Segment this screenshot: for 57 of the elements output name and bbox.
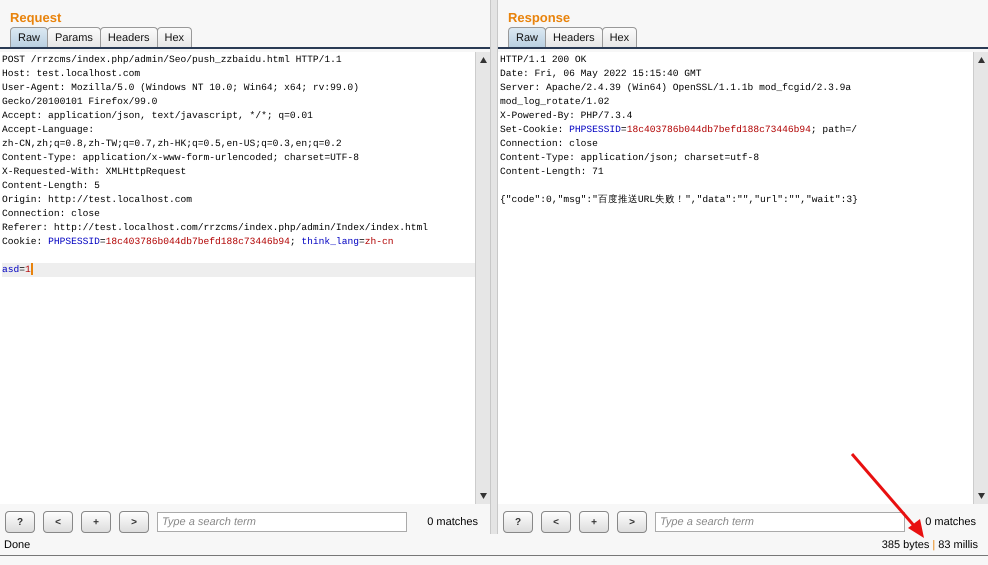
status-text: Done xyxy=(4,538,30,550)
search-nav-button[interactable]: < xyxy=(43,511,73,533)
scroll-up-icon[interactable] xyxy=(478,56,488,64)
tab[interactable]: Hex xyxy=(156,27,192,47)
pane-title: Request xyxy=(9,9,62,26)
scroll-down-icon[interactable] xyxy=(976,492,986,500)
code-line: HTTP/1.1 200 OK xyxy=(500,54,586,65)
scrollbar[interactable] xyxy=(475,52,490,504)
code-line: asd=1 xyxy=(2,264,31,275)
code-line: Accept-Language: xyxy=(2,124,94,135)
code-line: Connection: close xyxy=(2,208,100,219)
code-line: {"code":0,"msg":"百度推送URL失败！","data":"","url":"","wait":3} xyxy=(500,194,858,205)
code-line: Origin: http://test.localhost.com xyxy=(2,194,192,205)
tab[interactable]: Params xyxy=(47,27,101,47)
tab[interactable]: Headers xyxy=(100,27,158,47)
code-line: Content-Length: 71 xyxy=(500,166,604,177)
search-nav-button[interactable]: + xyxy=(579,511,609,533)
code-line: X-Requested-With: XMLHttpRequest xyxy=(2,166,186,177)
search-nav-button[interactable]: ? xyxy=(503,511,533,533)
pane-title: Response xyxy=(507,9,572,26)
tab[interactable]: Raw xyxy=(508,27,546,47)
search-nav-button[interactable]: > xyxy=(617,511,647,533)
text-cursor xyxy=(30,263,33,276)
code-line: POST /rrzcms/index.php/admin/Seo/push_zzbaidu.html HTTP/1.1 xyxy=(2,54,342,65)
code-line: Content-Type: application/json; charset=utf-8 xyxy=(500,152,760,163)
code-line: Content-Length: 5 xyxy=(2,180,100,191)
tab[interactable]: Raw xyxy=(10,27,48,47)
code-line: Connection: close xyxy=(500,138,598,149)
scroll-up-icon[interactable] xyxy=(976,56,986,64)
search-nav-button[interactable]: ? xyxy=(5,511,35,533)
response-time: 83 millis xyxy=(938,538,978,550)
code-line: Host: test.localhost.com xyxy=(2,68,140,79)
code-line: Accept: application/json, text/javascript, */*; q=0.01 xyxy=(2,110,313,121)
code-line: Server: Apache/2.4.39 (Win64) OpenSSL/1.1.1b mod_fcgid/2.3.9a xyxy=(500,82,852,93)
code-line: Date: Fri, 06 May 2022 15:15:40 GMT xyxy=(500,68,702,79)
separator: | xyxy=(932,538,936,550)
code-line: Gecko/20100101 Firefox/99.0 xyxy=(2,96,158,107)
scroll-down-icon[interactable] xyxy=(478,492,488,500)
search-nav-button[interactable]: + xyxy=(81,511,111,533)
code-line: Cookie: PHPSESSID=18c403786b044db7befd188c73446b94; think_lang=zh-cn xyxy=(2,236,394,247)
search-nav-button[interactable]: < xyxy=(541,511,571,533)
search-nav-button[interactable]: > xyxy=(119,511,149,533)
code-line: User-Agent: Mozilla/5.0 (Windows NT 10.0; Win64; x64; rv:99.0) xyxy=(2,82,359,93)
response-size: 385 bytes xyxy=(882,538,930,550)
tab[interactable]: Headers xyxy=(545,27,603,47)
code-line: zh-CN,zh;q=0.8,zh-TW;q=0.7,zh-HK;q=0.5,en-US;q=0.3,en;q=0.2 xyxy=(2,138,342,149)
match-count: 0 matches xyxy=(427,516,479,528)
scrollbar[interactable] xyxy=(973,52,988,504)
code-line: Content-Type: application/x-www-form-urlencoded; charset=UTF-8 xyxy=(2,152,359,163)
search-field[interactable]: Type a search term xyxy=(655,512,905,532)
tab[interactable]: Hex xyxy=(602,27,638,47)
search-field[interactable]: Type a search term xyxy=(157,512,407,532)
code-line: mod_log_rotate/1.02 xyxy=(500,96,610,107)
code-line: Set-Cookie: PHPSESSID=18c403786b044db7befd188c73446b94; path=/ xyxy=(500,124,857,135)
code-line: X-Powered-By: PHP/7.3.4 xyxy=(500,110,632,121)
match-count: 0 matches xyxy=(925,516,977,528)
code-line: Referer: http://test.localhost.com/rrzcms/index.php/admin/Index/index.html xyxy=(2,222,428,233)
